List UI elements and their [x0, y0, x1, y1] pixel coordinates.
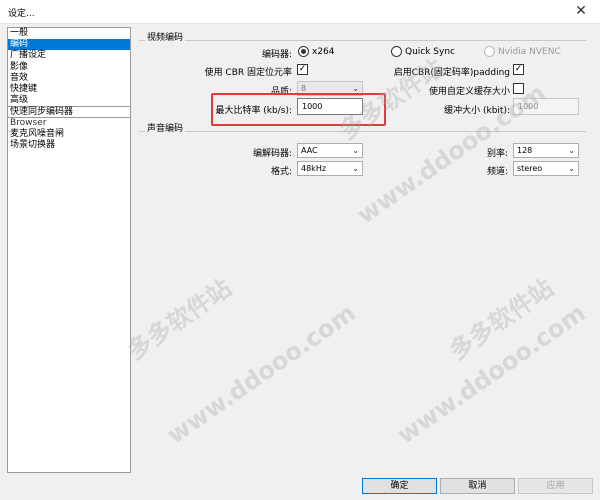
encoder-option-x264: x264 — [312, 47, 335, 57]
channel-select[interactable]: stereo ⌄ — [513, 161, 579, 176]
chevron-down-icon: ⌄ — [352, 146, 359, 155]
apply-button[interactable]: 应用 — [518, 478, 593, 494]
encoder-radio-quicksync[interactable] — [391, 46, 402, 57]
settings-category-list[interactable]: 一般 编码 广播设定 影像 音效 快捷键 高级 快速同步编码器 Browser … — [7, 27, 131, 473]
sidebar-item-general[interactable]: 一般 — [8, 28, 130, 39]
bitrate-value: 128 — [517, 146, 533, 155]
bitrate-select[interactable]: 128 ⌄ — [513, 143, 579, 158]
chevron-down-icon: ⌄ — [568, 146, 575, 155]
codec-value: AAC — [301, 146, 318, 155]
channel-value: stereo — [517, 164, 543, 173]
close-icon[interactable]: ✕ — [562, 0, 600, 24]
sidebar-item-video[interactable]: 影像 — [8, 62, 130, 73]
sidebar-item-broadcast[interactable]: 广播设定 — [8, 50, 130, 61]
codec-label: 编解码器: — [252, 149, 292, 159]
window-title: 设定... — [8, 9, 35, 19]
sidebar-item-advanced[interactable]: 高级 — [8, 95, 130, 106]
cancel-button[interactable]: 取消 — [440, 478, 515, 494]
encoder-radio-nvenc[interactable] — [484, 46, 495, 57]
sidebar-item-quicksync-encoder[interactable]: 快速同步编码器 — [8, 106, 130, 118]
cbr-label: 使用 CBR 固定位元率 — [204, 68, 292, 78]
chevron-down-icon: ⌄ — [568, 164, 575, 173]
format-label: 格式: — [270, 167, 292, 177]
encoder-radio-x264[interactable] — [298, 46, 309, 57]
chevron-down-icon: ⌄ — [352, 164, 359, 173]
sidebar-item-scene-switcher[interactable]: 场景切换器 — [8, 140, 130, 151]
video-section-title: 视频编码 — [145, 30, 186, 43]
ok-button[interactable]: 确定 — [362, 478, 437, 494]
encoder-option-nvenc: Nvidia NVENC — [498, 47, 561, 57]
audio-section-title: 声音编码 — [145, 121, 186, 134]
codec-select[interactable]: AAC ⌄ — [297, 143, 363, 158]
sidebar-item-hotkeys[interactable]: 快捷键 — [8, 84, 130, 95]
encoder-label: 编码器: — [261, 50, 292, 60]
watermark-cn: 多多软件站 — [122, 273, 237, 366]
sidebar-item-audio[interactable]: 音效 — [8, 73, 130, 84]
format-value: 48kHz — [301, 164, 327, 173]
sidebar-item-browser[interactable]: Browser — [8, 118, 130, 129]
sidebar-item-encoding[interactable]: 编码 — [8, 39, 130, 51]
sidebar-item-mic-noise-gate[interactable]: 麦克风噪音闸 — [8, 129, 130, 140]
format-select[interactable]: 48kHz ⌄ — [297, 161, 363, 176]
channel-label: 频道: — [486, 167, 508, 177]
cbr-checkbox[interactable]: ✓ — [297, 64, 308, 75]
title-bar: 设定... ✕ — [0, 0, 600, 24]
quality-value: 8 — [301, 84, 307, 93]
cbr-padding-checkbox[interactable]: ✓ — [513, 64, 524, 75]
